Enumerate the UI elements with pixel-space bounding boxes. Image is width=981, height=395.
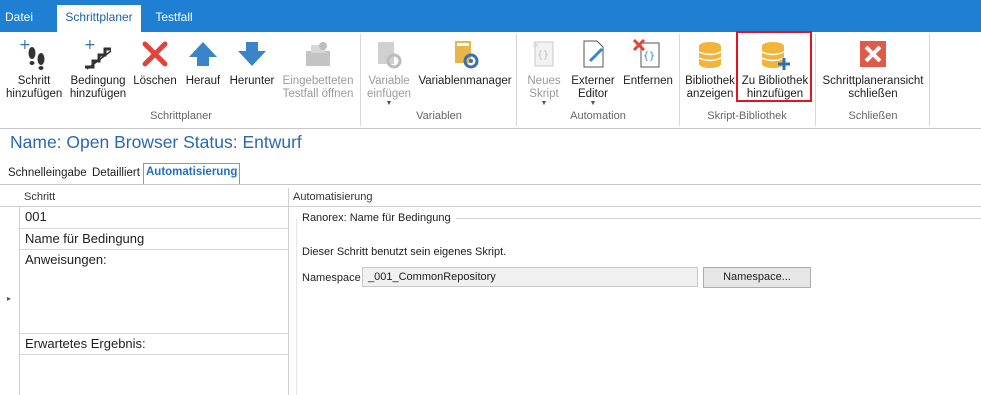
group-label-variablen: Variablen <box>416 110 462 122</box>
move-up-button[interactable]: Herauf <box>182 34 224 112</box>
delete-button[interactable]: Löschen <box>132 34 178 112</box>
tab-datei[interactable]: Datei <box>0 5 38 32</box>
document-pencil-icon <box>583 40 604 68</box>
step-name: Name für Bedingung <box>25 231 145 246</box>
show-library-button[interactable]: Bibliothek anzeigen <box>684 34 736 112</box>
remove-label: Entfernen <box>623 75 673 87</box>
panel-splitter[interactable] <box>288 188 289 395</box>
tab-testfall[interactable]: Testfall <box>146 5 202 32</box>
new-script-icon: {} ✶ <box>531 40 554 67</box>
row-pointer-icon: ▸ <box>7 294 12 303</box>
show-library-label: Bibliothek anzeigen <box>685 75 735 100</box>
grid-column-header: Schritt <box>0 188 288 207</box>
highlight-box <box>736 31 812 102</box>
row-header[interactable]: ▸ <box>0 206 20 395</box>
svg-text:{}: {} <box>643 51 655 62</box>
tab-divider <box>0 184 981 185</box>
dropdown-arrow-icon: ▼ <box>540 100 548 107</box>
add-step-button[interactable]: + Schritt hinzufügen <box>6 34 62 112</box>
open-embedded-testcase-button[interactable]: Eingebetteten Testfall öffnen <box>281 34 355 112</box>
dropdown-arrow-icon: ▼ <box>589 100 597 107</box>
group-label-schliessen: Schließen <box>848 110 898 122</box>
instructions-label: Anweisungen: <box>25 252 107 267</box>
move-down-button[interactable]: Herunter <box>227 34 277 112</box>
remove-script-icon: {} <box>632 38 660 68</box>
group-label-automation: Automation <box>570 110 626 122</box>
namespace-field[interactable]: _001_CommonRepository <box>362 267 698 287</box>
stairs-add-icon: + <box>84 37 112 70</box>
namespace-label: Namespace <box>302 272 361 284</box>
insert-variable-button[interactable]: Variable einfügen ▼ <box>364 34 414 112</box>
dropdown-arrow-icon: ▼ <box>385 100 393 107</box>
variable-manager-button[interactable]: Variablenmanager <box>418 34 512 112</box>
tab-schrittplaner[interactable]: Schrittplaner <box>57 5 141 32</box>
group-label-skript-bibliothek: Skript-Bibliothek <box>707 110 787 122</box>
svg-text:✶: ✶ <box>531 40 540 52</box>
ribbon-separator <box>679 34 680 126</box>
expected-result-label: Erwartetes Ergebnis: <box>25 336 146 351</box>
move-up-label: Herauf <box>185 75 221 87</box>
arrow-up-icon <box>189 42 217 66</box>
external-editor-label: Externer Editor <box>571 75 615 100</box>
new-script-button[interactable]: {} ✶ Neues Skript ▼ <box>522 34 566 112</box>
group-label-schrittplaner: Schrittplaner <box>150 110 212 122</box>
embedded-testcase-icon <box>306 42 330 66</box>
close-red-square-icon <box>860 41 886 67</box>
groupbox-title: Ranorex: Name für Bedingung <box>302 212 451 224</box>
ribbon-separator <box>516 34 517 126</box>
svg-text:+: + <box>84 37 96 53</box>
add-condition-button[interactable]: + Bedingung hinzufügen <box>66 34 130 112</box>
ribbon-separator <box>815 34 816 126</box>
table-row[interactable]: Name für Bedingung <box>20 229 288 250</box>
new-script-label: Neues Skript <box>527 75 561 100</box>
step-number: 001 <box>25 209 47 224</box>
groupbox-border <box>296 218 297 395</box>
close-planner-view-label: Schrittplaneransicht schließen <box>822 75 924 100</box>
namespace-button[interactable]: Namespace... <box>703 267 811 288</box>
variable-manager-icon <box>455 41 479 69</box>
external-editor-button[interactable]: Externer Editor ▼ <box>568 34 618 112</box>
automation-column-header-label: Automatisierung <box>293 191 373 203</box>
table-row[interactable]: 001 <box>20 207 288 229</box>
tab-automatisierung[interactable]: Automatisierung <box>143 163 241 185</box>
database-icon <box>698 42 722 68</box>
grid-column-header-label: Schritt <box>24 191 56 203</box>
remove-button[interactable]: {} Entfernen <box>622 34 674 112</box>
open-embedded-testcase-label: Eingebetteten Testfall öffnen <box>282 75 354 100</box>
delete-label: Löschen <box>133 75 177 87</box>
groupbox-border <box>456 218 981 219</box>
tab-detailliert[interactable]: Detailliert <box>92 165 140 182</box>
ribbon-separator <box>929 34 930 126</box>
red-x-icon <box>142 41 168 67</box>
tab-schnelleingabe[interactable]: Schnelleingabe <box>8 165 87 182</box>
table-row[interactable]: Erwartetes Ergebnis: <box>20 334 288 355</box>
page-title: Name: Open Browser Status: Entwurf <box>10 132 302 152</box>
arrow-down-icon <box>238 42 266 66</box>
ribbon-separator <box>360 34 361 126</box>
insert-variable-label: Variable einfügen <box>366 75 412 100</box>
ribbon: + Schritt hinzufügen + Bedingung hinzufü… <box>0 32 981 129</box>
close-planner-view-button[interactable]: Schrittplaneransicht schließen <box>820 34 926 112</box>
add-condition-label: Bedingung hinzufügen <box>69 75 127 100</box>
move-down-label: Herunter <box>229 75 275 87</box>
info-text: Dieser Schritt benutzt sein eigenes Skri… <box>302 246 507 258</box>
variable-gear-icon <box>378 42 402 69</box>
add-step-label: Schritt hinzufügen <box>6 75 63 100</box>
table-row[interactable]: Anweisungen: <box>20 250 288 334</box>
variable-manager-label: Variablenmanager <box>418 75 512 87</box>
footsteps-add-icon: + <box>19 37 45 70</box>
automation-column-header: Automatisierung <box>289 188 981 207</box>
